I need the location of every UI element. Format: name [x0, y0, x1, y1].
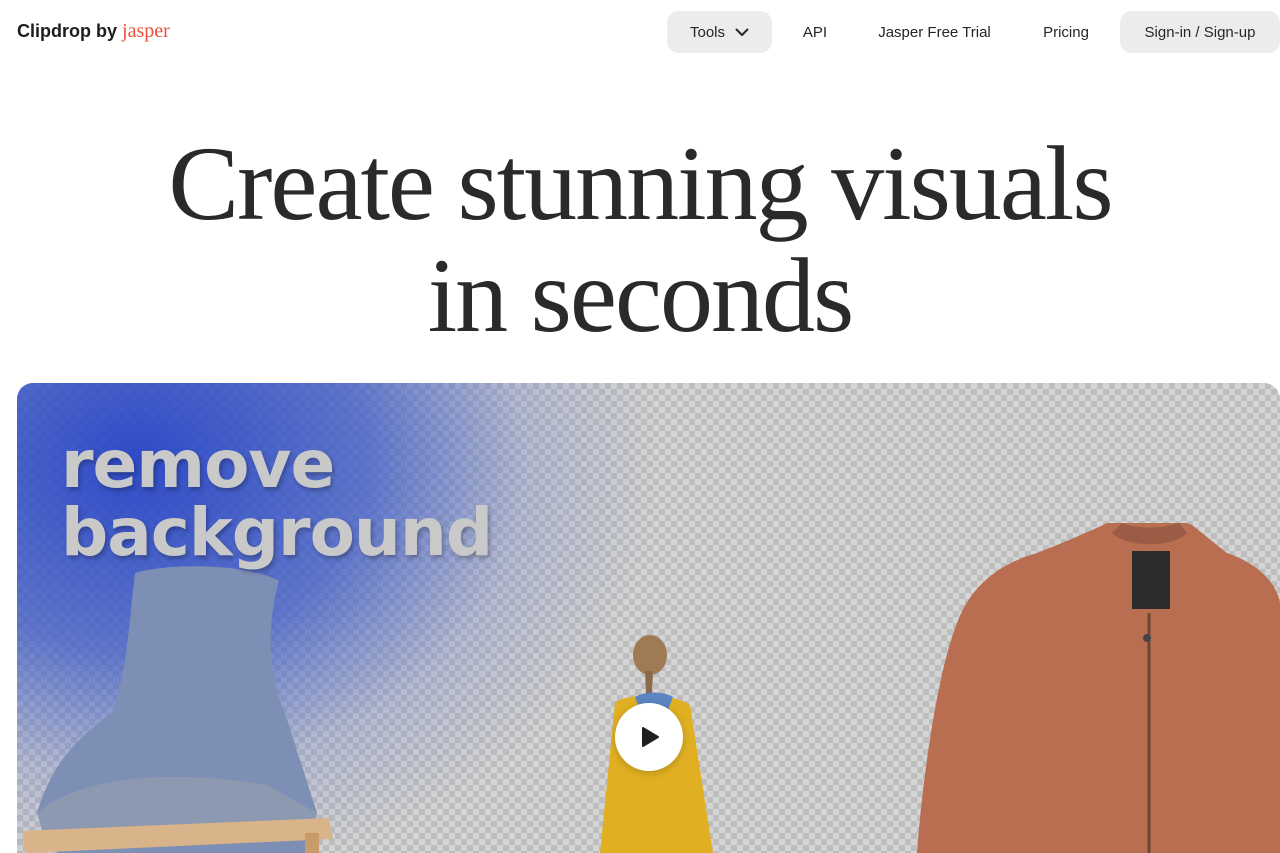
api-label: API	[802, 23, 828, 41]
caption-line-1: remove	[61, 426, 335, 503]
caption-line-2: background	[61, 494, 493, 571]
logo-text: Clipdrop by	[17, 21, 117, 41]
api-link[interactable]: API	[792, 11, 838, 53]
logo-brand: jasper	[122, 20, 170, 42]
tools-menu-button[interactable]: Tools	[667, 11, 772, 53]
clipdrop-logo[interactable]: Clipdrop by jasper	[17, 20, 170, 43]
signin-button[interactable]: Sign-in / Sign-up	[1120, 11, 1280, 53]
headline-line-2: in seconds	[427, 237, 855, 354]
pricing-link[interactable]: Pricing	[1030, 11, 1102, 53]
hero-video[interactable]: remove background	[17, 383, 1280, 853]
jasper-free-trial-link[interactable]: Jasper Free Trial	[866, 11, 1003, 53]
play-icon	[642, 727, 659, 747]
tools-label: Tools	[689, 23, 726, 41]
trial-label: Jasper Free Trial	[878, 23, 991, 41]
chevron-down-icon	[735, 28, 749, 36]
jacket-image	[917, 523, 1280, 853]
top-navigation: Clipdrop by jasper Tools API Jasper Free…	[0, 0, 1280, 64]
signin-label: Sign-in / Sign-up	[1144, 23, 1256, 41]
page-headline: Create stunning visuals in seconds	[0, 128, 1280, 352]
pricing-label: Pricing	[1043, 23, 1089, 41]
play-button[interactable]	[615, 703, 683, 771]
headline-line-1: Create stunning visuals	[168, 125, 1113, 242]
chair-image	[22, 566, 333, 853]
remove-background-caption: remove background	[61, 426, 493, 571]
